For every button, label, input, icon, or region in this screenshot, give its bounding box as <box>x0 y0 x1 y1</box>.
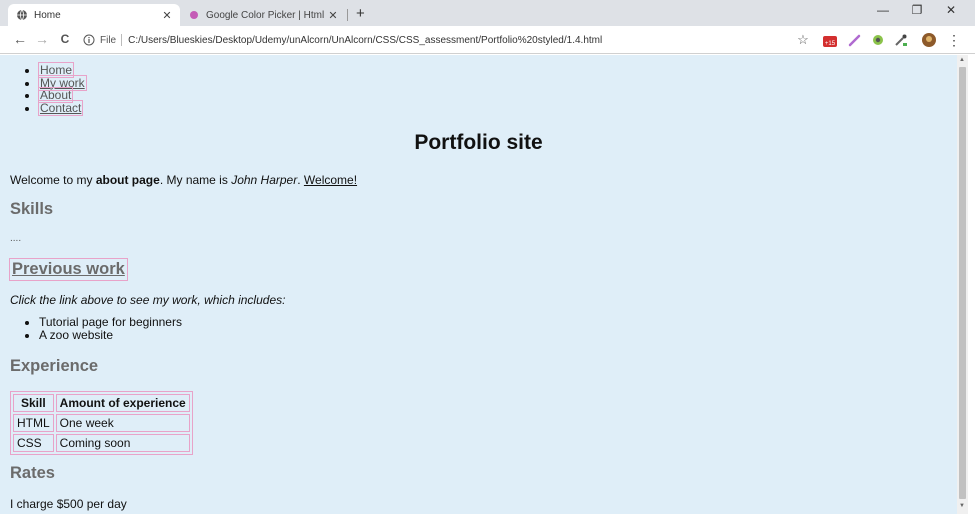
reload-button[interactable]: C <box>57 32 73 46</box>
browser-toolbar: ← → C File C:/Users/Blueskies/Desktop/Ud… <box>0 26 975 54</box>
vertical-scrollbar[interactable]: ▲ ▼ <box>957 55 968 514</box>
nav-item-about: About <box>37 87 86 103</box>
intro-bold: about page <box>95 173 160 187</box>
nav-link-home[interactable]: Home <box>37 62 75 78</box>
eye-icon[interactable] <box>870 32 886 48</box>
list-item: Tutorial page for beginners <box>39 316 182 329</box>
previous-work-link[interactable]: Previous work <box>9 258 128 281</box>
tab-color-picker[interactable]: Google Color Picker | Html Color ✕ <box>182 4 346 26</box>
intro-text: . My name is <box>159 173 232 187</box>
tab-home[interactable]: Home ✕ <box>8 4 180 26</box>
intro-text: Welcome to my <box>10 173 96 187</box>
tab-close-icon[interactable]: ✕ <box>326 9 340 22</box>
tab-title: Google Color Picker | Html Color <box>206 9 326 21</box>
experience-table: Skill Amount of experience HTML One week… <box>10 391 193 455</box>
nav-item-home: Home <box>37 62 86 78</box>
scroll-thumb[interactable] <box>959 67 966 499</box>
minimize-button[interactable]: — <box>868 3 898 17</box>
address-bar[interactable]: File C:/Users/Blueskies/Desktop/Udemy/un… <box>82 29 822 51</box>
table-header-row: Skill Amount of experience <box>13 394 190 412</box>
browser-titlebar: Home ✕ Google Color Picker | Html Color … <box>0 0 975 26</box>
table-row: HTML One week <box>13 414 190 432</box>
table-cell: Coming soon <box>55 434 190 452</box>
tab-close-icon[interactable]: ✕ <box>160 9 174 22</box>
avatar-icon[interactable] <box>921 32 937 48</box>
more-icon[interactable]: ⋮ <box>946 32 962 48</box>
skills-heading: Skills <box>10 200 54 218</box>
experience-heading: Experience <box>10 357 99 375</box>
back-button[interactable]: ← <box>12 31 28 47</box>
page-viewport: Home My work About Contact Portfolio sit… <box>0 55 957 514</box>
intro-name: John Harper <box>231 173 298 187</box>
close-window-button[interactable]: ✕ <box>936 3 966 17</box>
rates-text: I charge $500 per day <box>10 497 127 511</box>
work-list: Tutorial page for beginners A zoo websit… <box>22 316 182 341</box>
table-cell: CSS <box>13 434 54 452</box>
eyedropper-icon[interactable] <box>893 32 909 48</box>
table-header: Skill <box>13 394 54 412</box>
page-title: Portfolio site <box>414 131 543 154</box>
pen-icon[interactable] <box>847 32 863 48</box>
table-header: Amount of experience <box>55 394 190 412</box>
skills-text: .... <box>10 233 22 244</box>
table-cell: One week <box>55 414 190 432</box>
rates-heading: Rates <box>10 464 55 482</box>
star-icon[interactable]: ☆ <box>795 32 811 48</box>
list-item: A zoo website <box>39 328 182 342</box>
intro-text: . <box>297 173 304 187</box>
tab-title: Home <box>34 9 61 21</box>
color-dot-icon <box>188 9 200 21</box>
badge-count: +15 <box>825 41 836 47</box>
nav-link-about[interactable]: About <box>37 87 74 103</box>
new-tab-button[interactable]: + <box>356 5 365 22</box>
address-divider <box>121 34 123 46</box>
forward-button[interactable]: → <box>34 31 50 47</box>
nav-link-contact[interactable]: Contact <box>37 99 84 116</box>
site-nav: Home My work About Contact <box>22 62 87 116</box>
welcome-link[interactable]: Welcome! <box>304 173 357 187</box>
restore-button[interactable]: ❐ <box>902 3 932 17</box>
scroll-down-arrow-icon[interactable]: ▼ <box>959 503 965 509</box>
scroll-up-arrow-icon[interactable]: ▲ <box>959 57 965 63</box>
nav-item-contact: Contact <box>37 99 86 116</box>
url-text[interactable]: C:/Users/Blueskies/Desktop/Udemy/unAlcor… <box>128 35 602 46</box>
scheme-label: File <box>100 34 117 46</box>
info-icon[interactable] <box>82 33 96 47</box>
intro-paragraph: Welcome to my about page. My name is Joh… <box>10 173 357 187</box>
tab-separator <box>347 9 348 21</box>
youtube-badge-icon[interactable]: +15 <box>822 32 838 48</box>
table-row: CSS Coming soon <box>13 434 190 452</box>
table-cell: HTML <box>13 414 54 432</box>
click-note: Click the link above to see my work, whi… <box>10 293 286 307</box>
globe-icon <box>16 9 28 21</box>
